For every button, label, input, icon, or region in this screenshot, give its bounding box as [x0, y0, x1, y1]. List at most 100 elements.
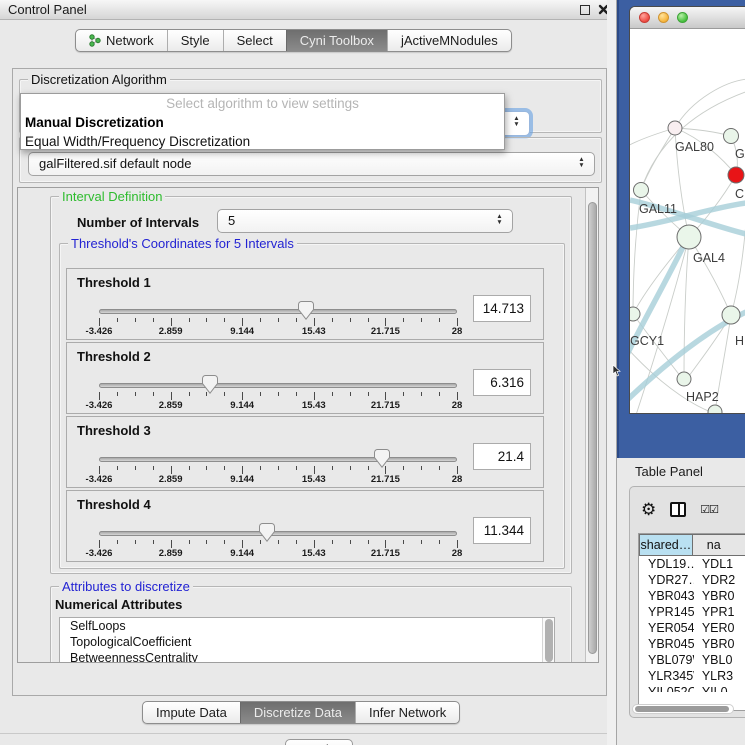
table-cell[interactable]: YIL0 — [694, 684, 745, 692]
network-node-hap2[interactable] — [677, 372, 691, 386]
slider-track[interactable] — [99, 457, 457, 462]
scrollbar-thumb[interactable] — [635, 706, 729, 712]
float-window-icon[interactable] — [580, 5, 590, 15]
number-of-intervals-combobox[interactable]: 5 ▲▼ — [217, 209, 513, 233]
close-traffic-light-icon[interactable] — [639, 12, 650, 23]
table-cell[interactable]: YBR0 — [694, 636, 745, 652]
tick-mark — [385, 540, 386, 548]
tick-mark — [117, 318, 118, 322]
table-row[interactable]: YLR345WYLR3 — [639, 668, 745, 684]
bottom-tab-infer-network[interactable]: Infer Network — [355, 702, 459, 723]
table-cell[interactable]: YIL052C — [639, 684, 694, 692]
column-header[interactable]: shared… — [639, 534, 693, 556]
network-node-ga-partial[interactable] — [724, 129, 739, 144]
stepper-icon[interactable]: ▲▼ — [577, 157, 586, 169]
tab-cyni-toolbox[interactable]: Cyni Toolbox — [286, 30, 387, 51]
table-cell[interactable]: YDL19… — [639, 556, 694, 572]
network-edge[interactable] — [689, 237, 731, 315]
table-cell[interactable]: YDR2 — [694, 572, 745, 588]
table-cell[interactable]: YER0 — [694, 620, 745, 636]
table-cell[interactable]: YBL0 — [694, 652, 745, 668]
network-edge[interactable] — [731, 209, 745, 315]
minimize-traffic-light-icon[interactable] — [658, 12, 669, 23]
table-row[interactable]: YER054CYER0 — [639, 620, 745, 636]
table-row[interactable]: YDL19…YDL1 — [639, 556, 745, 572]
tick-mark — [457, 318, 458, 326]
vertical-scrollbar[interactable] — [585, 188, 598, 662]
tab-network[interactable]: Network — [76, 30, 167, 51]
tab-jactivemnodules[interactable]: jActiveMNodules — [387, 30, 511, 51]
tick-mark — [439, 466, 440, 470]
threshold-value-field[interactable]: 14.713 — [473, 295, 531, 322]
table-row[interactable]: YBR045CYBR0 — [639, 636, 745, 652]
table-cell[interactable]: YLR3 — [694, 668, 745, 684]
stepper-icon[interactable]: ▲▼ — [512, 116, 521, 128]
bottom-tab-impute-data[interactable]: Impute Data — [143, 702, 240, 723]
table-cell[interactable]: YPR1 — [694, 604, 745, 620]
table-cell[interactable]: YBR0 — [694, 588, 745, 604]
network-node-label: GA — [735, 147, 745, 161]
slider-track[interactable] — [99, 531, 457, 536]
table-row[interactable]: YPR145WYPR1 — [639, 604, 745, 620]
slider-track[interactable] — [99, 309, 457, 314]
table-row[interactable]: YBL079WYBL0 — [639, 652, 745, 668]
tick-mark — [206, 318, 207, 322]
zoom-traffic-light-icon[interactable] — [677, 12, 688, 23]
list-item[interactable]: TopologicalCoefficient — [60, 634, 554, 650]
apply-button[interactable]: Apply — [285, 739, 353, 745]
tick-mark — [368, 392, 369, 396]
network-node-selected-red[interactable] — [728, 167, 744, 183]
scrollbar-thumb[interactable] — [588, 202, 597, 654]
table-cell[interactable]: YDR27… — [639, 572, 694, 588]
table-cell[interactable]: YDL1 — [694, 556, 745, 572]
horizontal-scrollbar[interactable] — [632, 704, 734, 714]
tab-select[interactable]: Select — [223, 30, 286, 51]
column-header[interactable]: na — [693, 534, 745, 556]
table-row[interactable]: YBR043CYBR0 — [639, 588, 745, 604]
threshold-value-field[interactable]: 11.344 — [473, 517, 531, 544]
table-cell[interactable]: YBR043C — [639, 588, 694, 604]
numerical-attributes-list[interactable]: SelfLoopsTopologicalCoefficientBetweenne… — [59, 617, 555, 663]
network-node-gal11[interactable] — [634, 183, 649, 198]
table-row[interactable]: YIL052CYIL0 — [639, 684, 745, 692]
list-scrollbar[interactable] — [542, 618, 554, 662]
gear-icon[interactable]: ⚙ — [641, 501, 656, 518]
network-edge[interactable] — [675, 79, 745, 128]
split-columns-icon[interactable] — [670, 502, 686, 517]
tick-mark — [242, 466, 243, 474]
table-cell[interactable]: YBR045C — [639, 636, 694, 652]
network-node-gcy1[interactable] — [630, 307, 640, 321]
stepper-icon[interactable]: ▲▼ — [495, 214, 504, 226]
network-node-bottom-partial[interactable] — [708, 405, 722, 414]
list-item[interactable]: SelfLoops — [60, 618, 554, 634]
slider-track[interactable] — [99, 383, 457, 388]
dropdown-option[interactable]: Equal Width/Frequency Discretization — [21, 132, 504, 151]
bottom-tab-discretize-data[interactable]: Discretize Data — [240, 702, 355, 723]
table-cell[interactable]: YPR145W — [639, 604, 694, 620]
network-node-h-partial[interactable] — [722, 306, 740, 324]
control-panel-titlebar: Control Panel — [0, 0, 617, 20]
table-cell[interactable]: YER054C — [639, 620, 694, 636]
select-columns-checkbox-icons[interactable]: ☑☑ — [700, 503, 718, 516]
network-canvas[interactable]: GAL80GACGAL11GAL4GCY1HHAP2 — [630, 29, 745, 414]
tick-mark — [296, 466, 297, 470]
dropdown-placeholder-item[interactable]: Select algorithm to view settings — [21, 94, 504, 113]
dropdown-option[interactable]: Manual Discretization — [21, 113, 504, 132]
number-of-intervals-label: Number of Intervals — [77, 215, 199, 230]
list-item[interactable]: BetweennessCentrality — [60, 650, 554, 663]
tab-style[interactable]: Style — [167, 30, 223, 51]
tick-mark — [135, 318, 136, 322]
table-row[interactable]: YDR27…YDR2 — [639, 572, 745, 588]
network-node-gal4[interactable] — [677, 225, 701, 249]
table-data-combobox[interactable]: galFiltered.sif default node ▲▼ — [28, 152, 595, 176]
threshold-value-field[interactable]: 6.316 — [473, 369, 531, 396]
network-edge[interactable] — [684, 237, 689, 379]
tick-mark — [296, 540, 297, 544]
network-node-gal80[interactable] — [668, 121, 682, 135]
table-cell[interactable]: YBL079W — [639, 652, 694, 668]
threshold-value-field[interactable]: 21.4 — [473, 443, 531, 470]
table-cell[interactable]: YLR345W — [639, 668, 694, 684]
tick-mark — [153, 392, 154, 396]
threshold-box: Threshold 2-3.4262.8599.14415.4321.71528… — [66, 342, 544, 414]
scrollbar-thumb[interactable] — [545, 619, 553, 662]
